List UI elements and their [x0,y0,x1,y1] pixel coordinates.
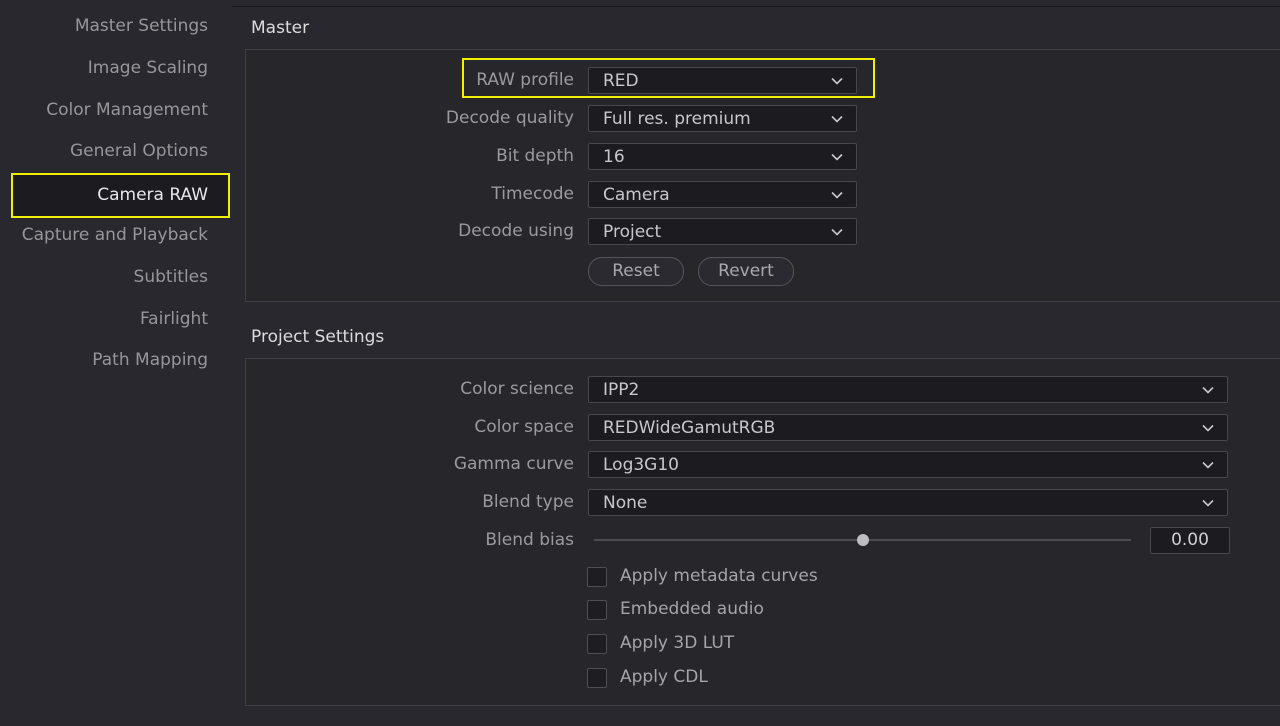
chevron-down-icon [1202,386,1214,394]
blend-type-label: Blend type [482,492,574,512]
blend-type-dropdown[interactable]: None [588,489,1228,516]
checkbox-box[interactable] [587,600,607,620]
decode-quality-value: Full res. premium [603,109,751,129]
color-science-dropdown[interactable]: IPP2 [588,376,1228,403]
apply-3d-lut-checkbox[interactable]: Apply 3D LUT [587,633,767,656]
raw-profile-label: RAW profile [476,70,574,90]
blend-bias-label: Blend bias [485,530,574,550]
color-space-dropdown[interactable]: REDWideGamutRGB [588,414,1228,441]
gamma-curve-label: Gamma curve [453,454,574,474]
apply-metadata-curves-checkbox[interactable]: Apply metadata curves [587,566,827,589]
raw-profile-value: RED [603,71,639,91]
color-science-value: IPP2 [603,380,640,400]
chevron-down-icon [1202,424,1214,432]
sidebar-item-image-scaling[interactable]: Image Scaling [88,58,208,78]
sidebar-item-fairlight[interactable]: Fairlight [140,309,208,329]
chevron-down-icon [1202,499,1214,507]
blend-type-value: None [603,493,648,513]
decode-using-dropdown[interactable]: Project [588,218,857,245]
bit-depth-value: 16 [603,147,625,167]
checkbox-box[interactable] [587,634,607,654]
decode-using-value: Project [603,222,662,242]
color-space-label: Color space [474,417,574,437]
sidebar-item-label: Camera RAW [97,185,208,205]
apply-cdl-checkbox[interactable]: Apply CDL [587,667,747,690]
checkbox-box[interactable] [587,668,607,688]
timecode-value: Camera [603,185,670,205]
sidebar-item-color-management[interactable]: Color Management [46,100,208,120]
chevron-down-icon [1202,461,1214,469]
gamma-curve-dropdown[interactable]: Log3G10 [588,451,1228,478]
checkbox-box[interactable] [587,567,607,587]
chevron-down-icon [831,153,843,161]
revert-button[interactable]: Revert [698,257,794,286]
blend-bias-input[interactable]: 0.00 [1150,527,1230,554]
decode-quality-dropdown[interactable]: Full res. premium [588,105,857,132]
reset-button[interactable]: Reset [588,257,684,286]
chevron-down-icon [831,191,843,199]
sidebar-item-master-settings[interactable]: Master Settings [75,16,208,36]
sidebar: Master Settings Image Scaling Color Mana… [0,0,232,726]
checkbox-label: Embedded audio [620,599,764,619]
bit-depth-dropdown[interactable]: 16 [588,143,857,170]
embedded-audio-checkbox[interactable]: Embedded audio [587,599,787,622]
gamma-curve-value: Log3G10 [603,455,679,475]
sidebar-item-capture-and-playback[interactable]: Capture and Playback [22,225,208,245]
top-divider [232,6,1280,7]
chevron-down-icon [831,77,843,85]
bit-depth-label: Bit depth [496,146,574,166]
chevron-down-icon [831,115,843,123]
decode-using-label: Decode using [458,221,574,241]
checkbox-label: Apply 3D LUT [620,633,735,653]
blend-bias-slider-handle[interactable] [856,534,869,546]
chevron-down-icon [831,228,843,236]
checkbox-label: Apply metadata curves [620,566,818,586]
timecode-label: Timecode [491,184,574,204]
sidebar-item-subtitles[interactable]: Subtitles [134,267,208,287]
project-settings-title: Project Settings [251,327,385,347]
sidebar-item-path-mapping[interactable]: Path Mapping [92,350,208,370]
color-space-value: REDWideGamutRGB [603,418,776,438]
sidebar-item-general-options[interactable]: General Options [70,141,208,161]
raw-profile-dropdown[interactable]: RED [588,67,857,94]
sidebar-item-camera-raw[interactable]: Camera RAW [11,173,230,218]
master-section-title: Master [251,18,310,38]
checkbox-label: Apply CDL [620,667,708,687]
timecode-dropdown[interactable]: Camera [588,181,857,208]
decode-quality-label: Decode quality [445,108,574,128]
color-science-label: Color science [460,379,574,399]
